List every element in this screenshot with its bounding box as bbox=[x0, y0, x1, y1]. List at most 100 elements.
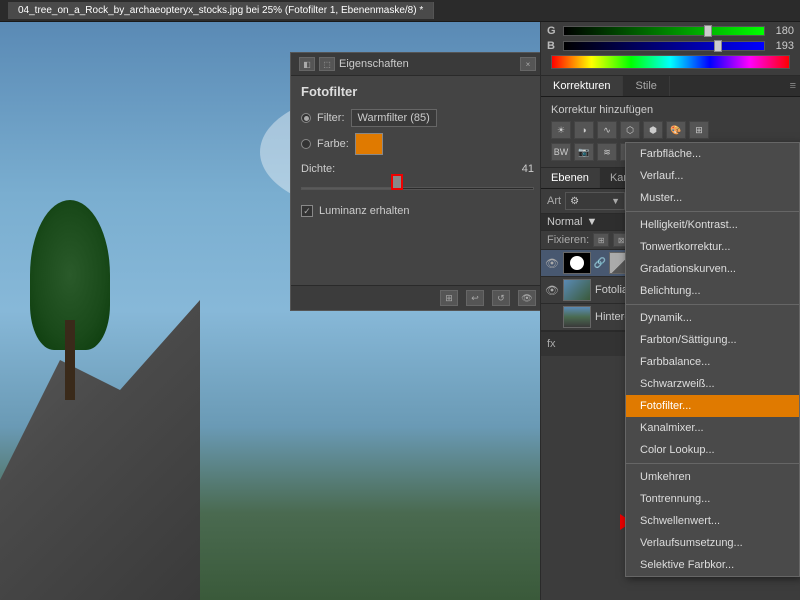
menu-item-dynamik[interactable]: Dynamik... bbox=[626, 307, 799, 329]
b-label: B bbox=[547, 40, 559, 52]
ebenen-tab[interactable]: Ebenen bbox=[541, 168, 600, 188]
korr-title: Korrektur hinzufügen bbox=[547, 101, 794, 119]
luminanz-row: Luminanz erhalten bbox=[301, 205, 534, 217]
luminanz-checkbox[interactable] bbox=[301, 205, 313, 217]
dichte-slider-thumb[interactable] bbox=[392, 175, 402, 189]
art-dropdown-arrow: ▼ bbox=[611, 196, 620, 206]
g-value: 180 bbox=[769, 25, 794, 37]
fotofilter-title: Fotofilter bbox=[301, 84, 534, 99]
art-label: Art bbox=[547, 195, 561, 207]
luminanz-label: Luminanz erhalten bbox=[319, 205, 410, 217]
art-dropdown-label: ⚙ bbox=[570, 196, 611, 207]
dropdown-menu: Farbfläche... Verlauf... Muster... Helli… bbox=[625, 142, 800, 577]
panel-close[interactable]: × bbox=[520, 57, 536, 71]
main-container: ◧ ⬚ Eigenschaften × Fotofilter Filter: W… bbox=[0, 22, 800, 600]
footer-icon-3[interactable]: ↺ bbox=[492, 290, 510, 306]
menu-item-fotofilter[interactable]: Fotofilter... bbox=[626, 395, 799, 417]
g-slider-row: G 180 bbox=[547, 25, 794, 37]
footer-icon-1[interactable]: ⊞ bbox=[440, 290, 458, 306]
korrekturen-tab[interactable]: Korrekturen bbox=[541, 76, 623, 96]
menu-item-colorlookup[interactable]: Color Lookup... bbox=[626, 439, 799, 461]
panel-icon-left[interactable]: ◧ bbox=[299, 57, 315, 71]
eigenschaften-panel: ◧ ⬚ Eigenschaften × Fotofilter Filter: W… bbox=[290, 52, 540, 311]
stile-tab[interactable]: Stile bbox=[623, 76, 669, 96]
menu-sep-2 bbox=[626, 304, 799, 305]
menu-item-farbbalance[interactable]: Farbbalance... bbox=[626, 351, 799, 373]
korr-icon-photo[interactable]: 📷 bbox=[574, 143, 594, 161]
filter-radio[interactable] bbox=[301, 113, 311, 123]
menu-item-farbflaeche[interactable]: Farbfläche... bbox=[626, 143, 799, 165]
b-slider-track[interactable] bbox=[563, 41, 765, 51]
korr-icon-exposure[interactable]: ⬡ bbox=[620, 121, 640, 139]
korr-menu-btn[interactable]: ≡ bbox=[786, 76, 800, 96]
menu-item-verlauf[interactable]: Verlauf... bbox=[626, 165, 799, 187]
eigenschaften-title: Eigenschaften bbox=[339, 58, 409, 70]
menu-item-schwellenwert[interactable]: Schwellenwert... bbox=[626, 510, 799, 532]
fixieren-label: Fixieren: bbox=[547, 234, 589, 246]
menu-item-muster[interactable]: Muster... bbox=[626, 187, 799, 209]
korr-icon-hue[interactable]: 🎨 bbox=[666, 121, 686, 139]
korr-icon-channel[interactable]: ≋ bbox=[597, 143, 617, 161]
dichte-value: 41 bbox=[522, 163, 534, 175]
korr-icon-brightness[interactable]: ☀ bbox=[551, 121, 571, 139]
filter-row: Filter: Warmfilter (85) bbox=[301, 109, 534, 127]
menu-item-schwarzweiss[interactable]: Schwarzweiß... bbox=[626, 373, 799, 395]
fotofilter-content: Fotofilter Filter: Warmfilter (85) Farbe… bbox=[291, 76, 540, 225]
footer-icon-4[interactable]: 👁 bbox=[518, 290, 536, 306]
g-label: G bbox=[547, 25, 559, 37]
panel-header: ◧ ⬚ Eigenschaften × bbox=[291, 53, 540, 76]
menu-item-selektive[interactable]: Selektive Farbkor... bbox=[626, 554, 799, 576]
menu-item-umkehren[interactable]: Umkehren bbox=[626, 466, 799, 488]
korr-tabs: Korrekturen Stile ≡ bbox=[541, 76, 800, 97]
menu-item-tonwert[interactable]: Tonwertkorrektur... bbox=[626, 236, 799, 258]
menu-sep-1 bbox=[626, 211, 799, 212]
korr-icons-row-1: ☀ ◑ ∿ ⬡ ⬢ 🎨 ⊞ bbox=[547, 119, 794, 141]
dichte-label: Dichte: bbox=[301, 163, 335, 175]
filter-dropdown[interactable]: Warmfilter (85) bbox=[351, 109, 437, 127]
color-bar-section: G 180 B 193 bbox=[541, 22, 800, 76]
panel-header-controls: × bbox=[520, 57, 536, 71]
dichte-slider-fill bbox=[302, 188, 397, 189]
layer-thumb-1 bbox=[563, 279, 591, 301]
art-dropdown[interactable]: ⚙ ▼ bbox=[565, 192, 625, 210]
menu-item-farbton[interactable]: Farbton/Sättigung... bbox=[626, 329, 799, 351]
korr-icon-bw[interactable]: BW bbox=[551, 143, 571, 161]
color-gradient-bar[interactable] bbox=[551, 55, 790, 69]
korr-icon-contrast[interactable]: ◑ bbox=[574, 121, 594, 139]
menu-item-kanalmixer[interactable]: Kanalmixer... bbox=[626, 417, 799, 439]
b-value: 193 bbox=[769, 40, 794, 52]
layer-link-0: 🔗 bbox=[595, 252, 605, 274]
blend-mode-dropdown[interactable]: Normal ▼ bbox=[547, 216, 597, 228]
menu-item-verlaufsumsetzung[interactable]: Verlaufsumsetzung... bbox=[626, 532, 799, 554]
panel-icon-right[interactable]: ⬚ bbox=[319, 57, 335, 71]
korr-icon-curves[interactable]: ∿ bbox=[597, 121, 617, 139]
b-slider-thumb[interactable] bbox=[714, 40, 722, 52]
canvas-area: ◧ ⬚ Eigenschaften × Fotofilter Filter: W… bbox=[0, 22, 540, 600]
g-slider-track[interactable] bbox=[563, 26, 765, 36]
layer-thumb-2 bbox=[563, 306, 591, 328]
color-swatch[interactable] bbox=[355, 133, 383, 155]
fix-icon-1[interactable]: ⊞ bbox=[593, 233, 609, 247]
b-slider-row: B 193 bbox=[547, 40, 794, 52]
blend-mode-arrow: ▼ bbox=[586, 216, 597, 228]
filter-label: Filter: bbox=[317, 112, 345, 124]
farbe-label: Farbe: bbox=[317, 138, 349, 150]
layer-eye-2[interactable] bbox=[545, 310, 559, 324]
menu-item-helligkeit[interactable]: Helligkeit/Kontrast... bbox=[626, 214, 799, 236]
menu-item-gradation[interactable]: Gradationskurven... bbox=[626, 258, 799, 280]
g-slider-thumb[interactable] bbox=[704, 25, 712, 37]
footer-icon-2[interactable]: ↩ bbox=[466, 290, 484, 306]
korr-icon-colorbalance[interactable]: ⊞ bbox=[689, 121, 709, 139]
korr-icon-vibrance[interactable]: ⬢ bbox=[643, 121, 663, 139]
dichte-row: Dichte: 41 bbox=[301, 163, 534, 175]
scene-tree bbox=[30, 200, 110, 400]
farbe-radio[interactable] bbox=[301, 139, 311, 149]
layer-eye-0[interactable]: 👁 bbox=[545, 256, 559, 270]
menu-sep-3 bbox=[626, 463, 799, 464]
active-tab[interactable]: 04_tree_on_a_Rock_by_archaeopteryx_stock… bbox=[8, 2, 434, 19]
layer-thumb-mask-0 bbox=[563, 252, 591, 274]
title-bar: 04_tree_on_a_Rock_by_archaeopteryx_stock… bbox=[0, 0, 800, 22]
menu-item-tontrennung[interactable]: Tontrennung... bbox=[626, 488, 799, 510]
menu-item-belichtung[interactable]: Belichtung... bbox=[626, 280, 799, 302]
layer-eye-1[interactable]: 👁 bbox=[545, 283, 559, 297]
